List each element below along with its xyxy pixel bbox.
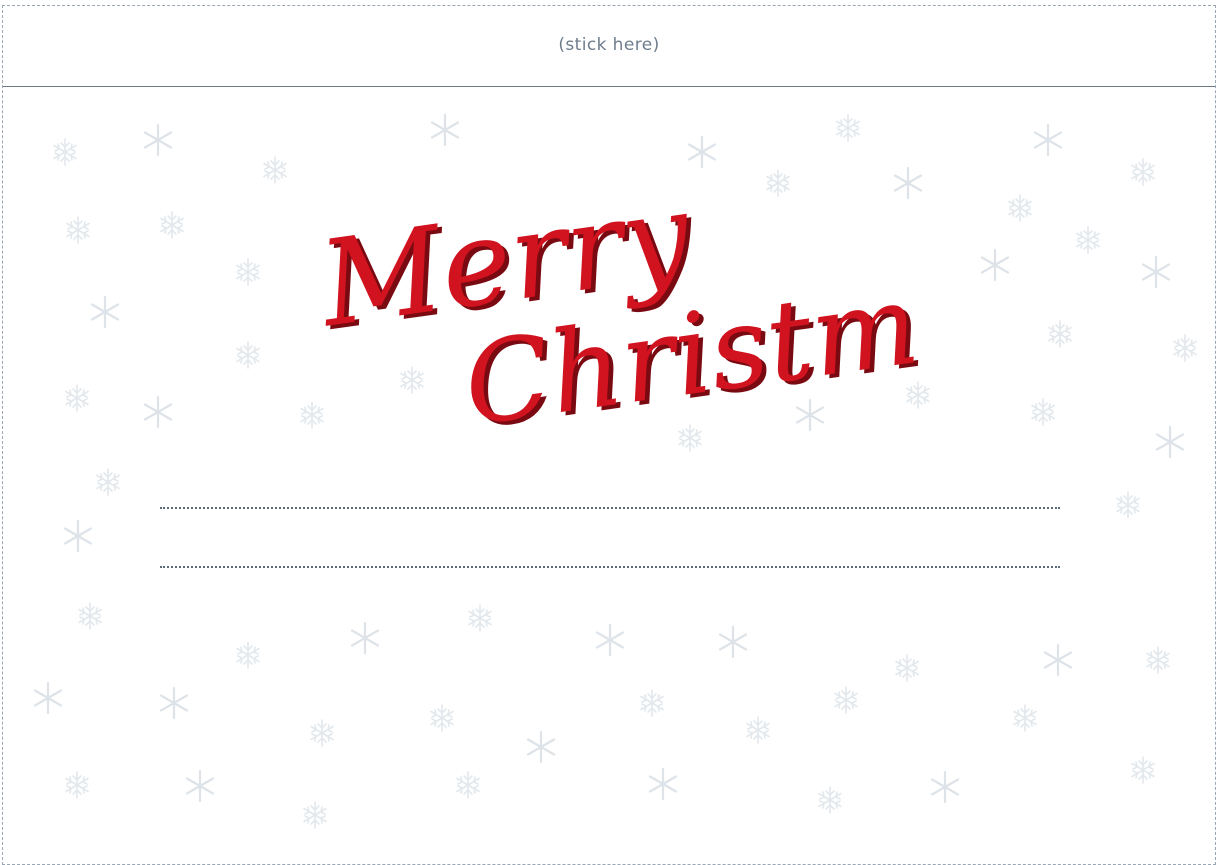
- write-line-1[interactable]: [160, 507, 1060, 509]
- stick-here-strip: (stick here): [3, 6, 1215, 87]
- stick-here-label: (stick here): [558, 35, 660, 55]
- write-line-2[interactable]: [160, 566, 1060, 568]
- merry-christmas-lettering: Merry Merry Christmas Christmas: [310, 165, 920, 450]
